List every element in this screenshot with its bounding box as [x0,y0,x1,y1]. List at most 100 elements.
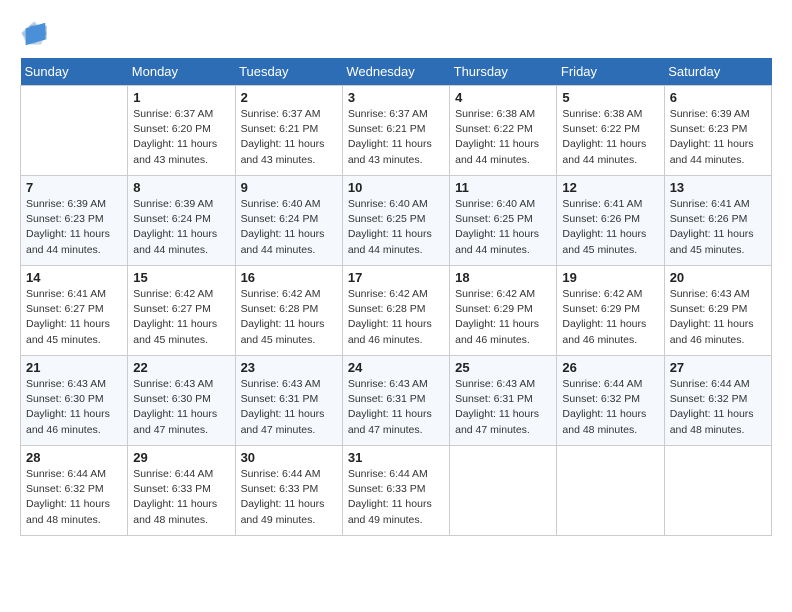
calendar-cell: 23 Sunrise: 6:43 AMSunset: 6:31 PMDayligh… [235,356,342,446]
day-number: 12 [562,180,658,195]
calendar-cell [450,446,557,536]
calendar-cell: 27 Sunrise: 6:44 AMSunset: 6:32 PMDayligh… [664,356,771,446]
calendar-cell: 18 Sunrise: 6:42 AMSunset: 6:29 PMDayligh… [450,266,557,356]
calendar-cell: 25 Sunrise: 6:43 AMSunset: 6:31 PMDayligh… [450,356,557,446]
calendar-week-row: 28Sunrise: 6:44 AMSunset: 6:32 PMDayligh… [21,446,772,536]
calendar-cell: 12 Sunrise: 6:41 AMSunset: 6:26 PMDayligh… [557,176,664,266]
cell-info: Sunrise: 6:43 AMSunset: 6:30 PMDaylight:… [133,377,229,438]
calendar-cell: 13Sunrise: 6:41 AMSunset: 6:26 PMDayligh… [664,176,771,266]
calendar-body: 1 Sunrise: 6:37 AMSunset: 6:20 PMDaylight… [21,86,772,536]
day-number: 27 [670,360,766,375]
cell-info: Sunrise: 6:42 AMSunset: 6:27 PMDaylight:… [133,287,229,348]
day-number: 6 [670,90,766,105]
day-number: 7 [26,180,122,195]
calendar-cell: 30Sunrise: 6:44 AMSunset: 6:33 PMDayligh… [235,446,342,536]
calendar-cell: 8Sunrise: 6:39 AMSunset: 6:24 PMDaylight… [128,176,235,266]
weekday-header: Sunday [21,58,128,86]
cell-info: Sunrise: 6:37 AMSunset: 6:20 PMDaylight:… [133,107,229,168]
day-number: 28 [26,450,122,465]
cell-info: Sunrise: 6:43 AMSunset: 6:31 PMDaylight:… [241,377,337,438]
weekday-header: Thursday [450,58,557,86]
cell-info: Sunrise: 6:40 AMSunset: 6:25 PMDaylight:… [455,197,551,258]
logo-icon [20,20,48,48]
day-number: 10 [348,180,444,195]
day-number: 23 [241,360,337,375]
day-number: 15 [133,270,229,285]
day-number: 29 [133,450,229,465]
day-number: 9 [241,180,337,195]
day-number: 24 [348,360,444,375]
day-number: 30 [241,450,337,465]
calendar-cell: 17 Sunrise: 6:42 AMSunset: 6:28 PMDayligh… [342,266,449,356]
calendar-cell: 20 Sunrise: 6:43 AMSunset: 6:29 PMDayligh… [664,266,771,356]
cell-info: Sunrise: 6:43 AMSunset: 6:31 PMDaylight:… [348,377,444,438]
calendar-cell: 3Sunrise: 6:37 AMSunset: 6:21 PMDaylight… [342,86,449,176]
cell-info: Sunrise: 6:40 AMSunset: 6:25 PMDaylight:… [348,197,444,258]
day-number: 1 [133,90,229,105]
calendar-cell: 7 Sunrise: 6:39 AMSunset: 6:23 PMDaylight… [21,176,128,266]
day-number: 25 [455,360,551,375]
logo [20,20,52,48]
calendar-cell: 16 Sunrise: 6:42 AMSunset: 6:28 PMDayligh… [235,266,342,356]
calendar-cell: 1 Sunrise: 6:37 AMSunset: 6:20 PMDaylight… [128,86,235,176]
calendar-cell: 11 Sunrise: 6:40 AMSunset: 6:25 PMDayligh… [450,176,557,266]
day-number: 2 [241,90,337,105]
weekday-header: Monday [128,58,235,86]
day-number: 4 [455,90,551,105]
cell-info: Sunrise: 6:44 AMSunset: 6:33 PMDaylight:… [348,467,444,528]
calendar-cell: 15 Sunrise: 6:42 AMSunset: 6:27 PMDayligh… [128,266,235,356]
cell-info: Sunrise: 6:42 AMSunset: 6:29 PMDaylight:… [455,287,551,348]
calendar-week-row: 14 Sunrise: 6:41 AMSunset: 6:27 PMDayligh… [21,266,772,356]
cell-info: Sunrise: 6:39 AMSunset: 6:23 PMDaylight:… [670,107,766,168]
cell-info: Sunrise: 6:44 AMSunset: 6:32 PMDaylight:… [562,377,658,438]
day-number: 20 [670,270,766,285]
calendar-cell: 31 Sunrise: 6:44 AMSunset: 6:33 PMDayligh… [342,446,449,536]
day-number: 14 [26,270,122,285]
calendar-week-row: 7 Sunrise: 6:39 AMSunset: 6:23 PMDaylight… [21,176,772,266]
day-number: 8 [133,180,229,195]
day-number: 5 [562,90,658,105]
cell-info: Sunrise: 6:42 AMSunset: 6:28 PMDaylight:… [348,287,444,348]
day-number: 11 [455,180,551,195]
day-number: 16 [241,270,337,285]
cell-info: Sunrise: 6:40 AMSunset: 6:24 PMDaylight:… [241,197,337,258]
calendar-cell: 14 Sunrise: 6:41 AMSunset: 6:27 PMDayligh… [21,266,128,356]
cell-info: Sunrise: 6:38 AMSunset: 6:22 PMDaylight:… [455,107,551,168]
day-number: 22 [133,360,229,375]
cell-info: Sunrise: 6:41 AMSunset: 6:26 PMDaylight:… [562,197,658,258]
cell-info: Sunrise: 6:44 AMSunset: 6:32 PMDaylight:… [670,377,766,438]
cell-info: Sunrise: 6:42 AMSunset: 6:29 PMDaylight:… [562,287,658,348]
cell-info: Sunrise: 6:41 AMSunset: 6:27 PMDaylight:… [26,287,122,348]
weekday-header: Tuesday [235,58,342,86]
cell-info: Sunrise: 6:44 AMSunset: 6:33 PMDaylight:… [133,467,229,528]
calendar-cell: 21Sunrise: 6:43 AMSunset: 6:30 PMDayligh… [21,356,128,446]
calendar-cell: 5Sunrise: 6:38 AMSunset: 6:22 PMDaylight… [557,86,664,176]
calendar-week-row: 1 Sunrise: 6:37 AMSunset: 6:20 PMDaylight… [21,86,772,176]
cell-info: Sunrise: 6:42 AMSunset: 6:28 PMDaylight:… [241,287,337,348]
cell-info: Sunrise: 6:39 AMSunset: 6:23 PMDaylight:… [26,197,122,258]
calendar-cell: 6 Sunrise: 6:39 AMSunset: 6:23 PMDaylight… [664,86,771,176]
day-number: 18 [455,270,551,285]
calendar-cell: 2Sunrise: 6:37 AMSunset: 6:21 PMDaylight… [235,86,342,176]
day-number: 19 [562,270,658,285]
cell-info: Sunrise: 6:43 AMSunset: 6:31 PMDaylight:… [455,377,551,438]
day-number: 31 [348,450,444,465]
calendar-cell: 29 Sunrise: 6:44 AMSunset: 6:33 PMDayligh… [128,446,235,536]
day-number: 21 [26,360,122,375]
calendar-cell: 9 Sunrise: 6:40 AMSunset: 6:24 PMDaylight… [235,176,342,266]
calendar-table: SundayMondayTuesdayWednesdayThursdayFrid… [20,58,772,536]
calendar-cell [21,86,128,176]
cell-info: Sunrise: 6:41 AMSunset: 6:26 PMDaylight:… [670,197,766,258]
calendar-cell: 28Sunrise: 6:44 AMSunset: 6:32 PMDayligh… [21,446,128,536]
calendar-cell: 22 Sunrise: 6:43 AMSunset: 6:30 PMDayligh… [128,356,235,446]
weekday-header: Saturday [664,58,771,86]
day-number: 17 [348,270,444,285]
calendar-cell: 24 Sunrise: 6:43 AMSunset: 6:31 PMDayligh… [342,356,449,446]
day-number: 26 [562,360,658,375]
calendar-week-row: 21 Sunrise: 6:43 AMSunset: 6:30 PMDayligh… [21,356,772,446]
calendar-cell [557,446,664,536]
calendar-cell: 4 Sunrise: 6:38 AMSunset: 6:22 PMDaylight… [450,86,557,176]
calendar-cell: 26 Sunrise: 6:44 AMSunset: 6:32 PMDayligh… [557,356,664,446]
cell-info: Sunrise: 6:43 AMSunset: 6:29 PMDaylight:… [670,287,766,348]
weekday-header: Friday [557,58,664,86]
